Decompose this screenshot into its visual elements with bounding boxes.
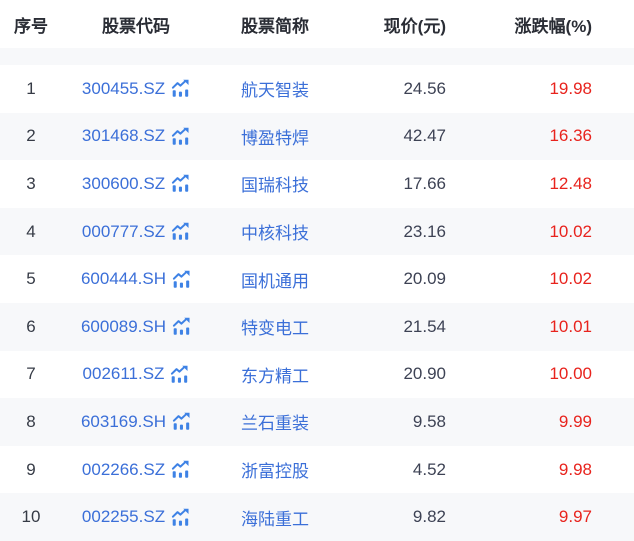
table-row: 8 603169.SH 兰石重装 9.58 9.99: [0, 398, 634, 446]
stock-code-link[interactable]: 603169.SH: [81, 412, 166, 432]
stock-name-cell: 航天智装: [210, 76, 340, 101]
stock-code-cell: 301468.SZ: [62, 126, 210, 146]
change-value: 9.99: [460, 412, 634, 432]
row-index: 4: [0, 222, 62, 242]
table-row: 1 300455.SZ 航天智装 24.56 19.98: [0, 65, 634, 113]
stock-name-link[interactable]: 博盈特焊: [241, 129, 309, 148]
stock-code-cell: 002266.SZ: [62, 460, 210, 480]
price-value: 9.58: [340, 412, 460, 432]
stock-code-cell: 603169.SH: [62, 412, 210, 432]
change-value: 12.48: [460, 174, 634, 194]
stock-chart-icon[interactable]: [171, 127, 190, 146]
stock-code-cell: 300600.SZ: [62, 174, 210, 194]
stock-chart-icon[interactable]: [172, 317, 191, 336]
table-row: 2 301468.SZ 博盈特焊 42.47 16.36: [0, 113, 634, 161]
stock-chart-icon[interactable]: [172, 270, 191, 289]
stock-name-link[interactable]: 特变电工: [241, 319, 309, 338]
stock-code-cell: 300455.SZ: [62, 79, 210, 99]
price-value: 20.09: [340, 269, 460, 289]
stock-code-link[interactable]: 600089.SH: [81, 317, 166, 337]
stock-name-cell: 博盈特焊: [210, 124, 340, 149]
change-value: 9.98: [460, 460, 634, 480]
price-value: 24.56: [340, 79, 460, 99]
stock-code-cell: 600089.SH: [62, 317, 210, 337]
row-index: 6: [0, 317, 62, 337]
price-value: 9.82: [340, 507, 460, 527]
price-value: 23.16: [340, 222, 460, 242]
stock-chart-icon[interactable]: [171, 174, 190, 193]
stock-name-link[interactable]: 兰石重装: [241, 414, 309, 433]
stock-code-cell: 000777.SZ: [62, 222, 210, 242]
stock-code-link[interactable]: 300455.SZ: [82, 79, 165, 99]
stock-chart-icon[interactable]: [170, 365, 189, 384]
table-row: 4 000777.SZ 中核科技 23.16 10.02: [0, 208, 634, 256]
change-value: 10.01: [460, 317, 634, 337]
stock-code-link[interactable]: 002266.SZ: [82, 460, 165, 480]
header-col-code: 股票代码: [62, 12, 210, 37]
stock-ranking-table: 序号 股票代码 股票简称 现价(元) 涨跌幅(%) 1 300455.SZ: [0, 0, 634, 541]
stock-name-link[interactable]: 浙富控股: [241, 462, 309, 481]
stock-name-link[interactable]: 东方精工: [241, 367, 309, 386]
change-value: 10.02: [460, 222, 634, 242]
table-row: 5 600444.SH 国机通用 20.09 10.02: [0, 255, 634, 303]
stock-name-link[interactable]: 国机通用: [241, 272, 309, 291]
stock-name-cell: 中核科技: [210, 219, 340, 244]
stock-name-cell: 东方精工: [210, 362, 340, 387]
header-col-name: 股票简称: [210, 12, 340, 37]
stock-name-cell: 浙富控股: [210, 457, 340, 482]
stock-chart-icon[interactable]: [172, 412, 191, 431]
stock-code-link[interactable]: 600444.SH: [81, 269, 166, 289]
stock-name-cell: 国机通用: [210, 267, 340, 292]
price-value: 4.52: [340, 460, 460, 480]
stock-code-link[interactable]: 301468.SZ: [82, 126, 165, 146]
change-value: 10.02: [460, 269, 634, 289]
table-row: 6 600089.SH 特变电工 21.54 10.01: [0, 303, 634, 351]
row-index: 9: [0, 460, 62, 480]
row-index: 5: [0, 269, 62, 289]
row-index: 7: [0, 364, 62, 384]
change-value: 9.97: [460, 507, 634, 527]
stock-name-link[interactable]: 海陆重工: [241, 510, 309, 529]
price-value: 20.90: [340, 364, 460, 384]
row-index: 3: [0, 174, 62, 194]
stock-name-link[interactable]: 国瑞科技: [241, 176, 309, 195]
change-value: 10.00: [460, 364, 634, 384]
stock-code-cell: 002611.SZ: [62, 364, 210, 384]
change-value: 19.98: [460, 79, 634, 99]
table-row: 3 300600.SZ 国瑞科技 17.66 12.48: [0, 160, 634, 208]
stock-code-link[interactable]: 300600.SZ: [82, 174, 165, 194]
stock-code-link[interactable]: 002255.SZ: [82, 507, 165, 527]
price-value: 42.47: [340, 126, 460, 146]
header-col-price: 现价(元): [340, 12, 460, 37]
stock-name-link[interactable]: 中核科技: [241, 224, 309, 243]
stock-name-cell: 兰石重装: [210, 409, 340, 434]
stock-chart-icon[interactable]: [171, 79, 190, 98]
stock-name-cell: 特变电工: [210, 314, 340, 339]
stock-name-cell: 国瑞科技: [210, 171, 340, 196]
header-col-change: 涨跌幅(%): [460, 12, 634, 37]
row-index: 1: [0, 79, 62, 99]
table-body: 1 300455.SZ 航天智装 24.56 19.98: [0, 65, 634, 541]
stock-name-link[interactable]: 航天智装: [241, 81, 309, 100]
row-index: 2: [0, 126, 62, 146]
table-row: 9 002266.SZ 浙富控股 4.52 9.98: [0, 446, 634, 494]
stock-code-link[interactable]: 002611.SZ: [83, 364, 165, 384]
change-value: 16.36: [460, 126, 634, 146]
header-col-index: 序号: [0, 12, 62, 37]
table-row: 7 002611.SZ 东方精工 20.90 10.00: [0, 351, 634, 399]
header-divider-band: [0, 48, 634, 65]
stock-name-cell: 海陆重工: [210, 505, 340, 530]
stock-code-cell: 002255.SZ: [62, 507, 210, 527]
price-value: 21.54: [340, 317, 460, 337]
table-row: 10 002255.SZ 海陆重工 9.82 9.97: [0, 493, 634, 541]
stock-code-cell: 600444.SH: [62, 269, 210, 289]
stock-chart-icon[interactable]: [171, 508, 190, 527]
price-value: 17.66: [340, 174, 460, 194]
stock-chart-icon[interactable]: [171, 222, 190, 241]
stock-chart-icon[interactable]: [171, 460, 190, 479]
row-index: 8: [0, 412, 62, 432]
row-index: 10: [0, 507, 62, 527]
table-header-row: 序号 股票代码 股票简称 现价(元) 涨跌幅(%): [0, 0, 634, 48]
stock-code-link[interactable]: 000777.SZ: [82, 222, 165, 242]
